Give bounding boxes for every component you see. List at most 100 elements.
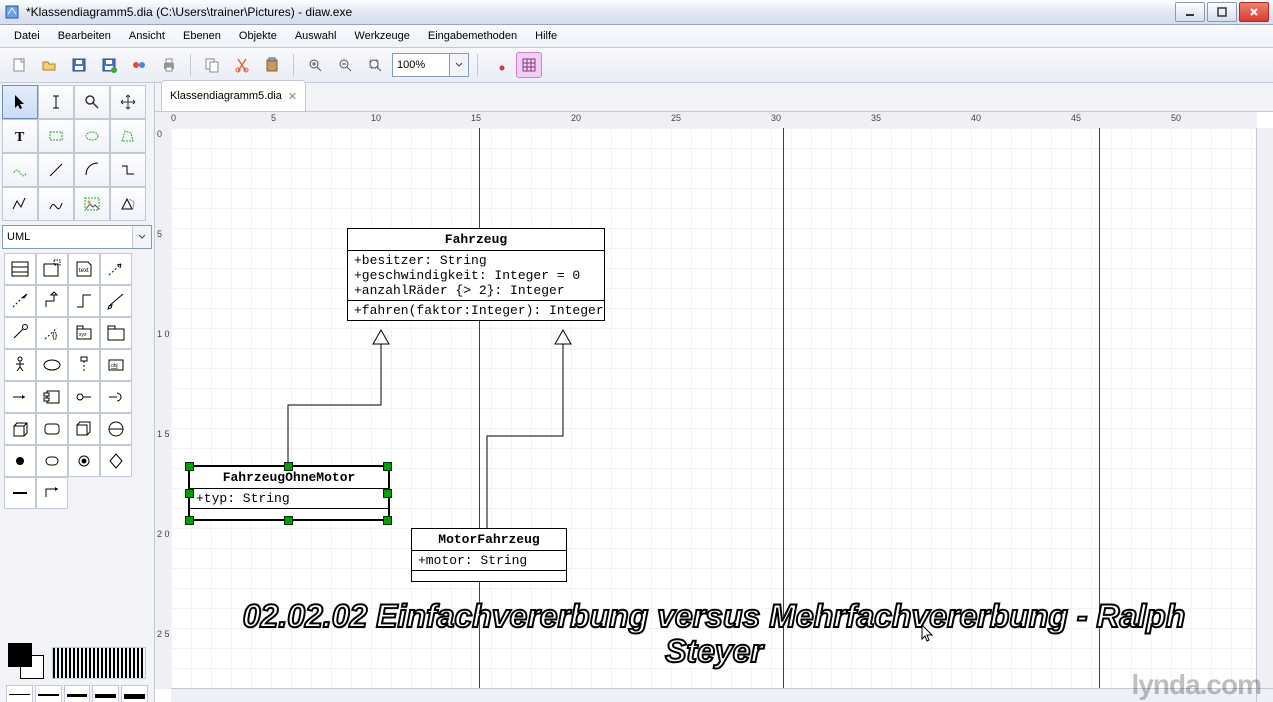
thickness-5[interactable] — [121, 685, 148, 702]
guide-vertical[interactable] — [479, 128, 480, 689]
open-file-button[interactable] — [36, 52, 62, 78]
scrollbar-vertical[interactable] — [1256, 128, 1273, 689]
uml-end-state-icon[interactable] — [68, 445, 100, 477]
menu-hilfe[interactable]: Hilfe — [527, 28, 565, 44]
tool-text[interactable]: T — [2, 119, 38, 153]
close-tab-icon[interactable]: ✕ — [288, 90, 297, 103]
scrollbar-horizontal[interactable] — [171, 688, 1257, 702]
thickness-3[interactable] — [64, 685, 91, 702]
uml-required-interface-icon[interactable] — [100, 381, 132, 413]
print-button[interactable] — [156, 52, 182, 78]
shape-sheet-dropdown[interactable] — [132, 226, 151, 248]
uml-node-icon[interactable] — [4, 413, 36, 445]
canvas[interactable]: Fahrzeug+besitzer: String +geschwindigke… — [171, 128, 1257, 689]
selection-handle[interactable] — [383, 489, 392, 498]
snap-grid-button[interactable] — [516, 52, 542, 78]
selection-handle[interactable] — [383, 462, 392, 471]
uml-implements-icon[interactable] — [4, 317, 36, 349]
tool-bezier-line[interactable] — [38, 187, 74, 221]
thickness-4[interactable] — [92, 685, 119, 702]
zoom-out-button[interactable] — [362, 52, 388, 78]
selection-handle[interactable] — [185, 516, 194, 525]
tool-pointer[interactable] — [2, 85, 38, 119]
menu-ansicht[interactable]: Ansicht — [121, 28, 173, 44]
uml-class-icon[interactable] — [4, 253, 36, 285]
tool-box[interactable] — [38, 119, 74, 153]
uml-actor-icon[interactable] — [4, 349, 36, 381]
tool-outline[interactable] — [110, 187, 146, 221]
tool-text-cursor[interactable] — [38, 85, 74, 119]
shape-sheet-combo[interactable]: UML — [2, 225, 152, 249]
menu-objekte[interactable]: Objekte — [231, 28, 285, 44]
uml-decision-icon[interactable] — [100, 445, 132, 477]
uml-final-state-icon[interactable] — [36, 445, 68, 477]
guide-vertical[interactable] — [783, 128, 784, 689]
copy-button[interactable] — [199, 52, 225, 78]
uml-usecase-icon[interactable] — [36, 349, 68, 381]
uml-lifeline-icon[interactable] — [68, 349, 100, 381]
uml-component-icon[interactable] — [36, 381, 68, 413]
fg-bg-swatches[interactable] — [8, 643, 44, 679]
uml-large-package-icon[interactable] — [100, 317, 132, 349]
selection-handle[interactable] — [284, 516, 293, 525]
new-file-button[interactable] — [6, 52, 32, 78]
tool-ellipse[interactable] — [74, 119, 110, 153]
zoom-value[interactable]: 100% — [392, 53, 450, 77]
uml-dependency-icon[interactable] — [100, 253, 132, 285]
uml-class-Fahrzeug[interactable]: Fahrzeug+besitzer: String +geschwindigke… — [347, 228, 605, 321]
tool-bezier-area[interactable] — [2, 153, 38, 187]
uml-state-icon[interactable] — [36, 413, 68, 445]
selection-handle[interactable] — [185, 462, 194, 471]
menu-werkzeuge[interactable]: Werkzeuge — [346, 28, 417, 44]
minimize-button[interactable] — [1175, 2, 1205, 22]
zoom-in-button[interactable] — [302, 52, 328, 78]
zoom-dropdown[interactable] — [450, 53, 469, 77]
maximize-button[interactable] — [1207, 2, 1237, 22]
tool-magnify[interactable] — [74, 85, 110, 119]
tool-image[interactable] — [74, 187, 110, 221]
uml-initial-state-icon[interactable] — [4, 445, 36, 477]
uml-template-icon[interactable] — [36, 253, 68, 285]
menu-ebenen[interactable]: Ebenen — [175, 28, 229, 44]
uml-object-icon[interactable]: obj — [100, 349, 132, 381]
paste-button[interactable] — [259, 52, 285, 78]
line-style-selector[interactable] — [52, 647, 146, 679]
export-button[interactable] — [126, 52, 152, 78]
uml-fork-icon[interactable] — [4, 477, 36, 509]
menu-bearbeiten[interactable]: Bearbeiten — [50, 28, 119, 44]
menu-datei[interactable]: Datei — [6, 28, 48, 44]
selection-handle[interactable] — [284, 462, 293, 471]
fg-swatch[interactable] — [8, 643, 32, 667]
uml-constraint-icon[interactable]: {} — [36, 317, 68, 349]
tool-zigzag[interactable] — [110, 153, 146, 187]
uml-realizes-icon[interactable] — [4, 285, 36, 317]
uml-3dbox-icon[interactable] — [68, 413, 100, 445]
thickness-2[interactable] — [35, 685, 62, 702]
uml-transition-icon[interactable] — [36, 477, 68, 509]
uml-aggregation-icon[interactable] — [100, 285, 132, 317]
tool-arc[interactable] — [74, 153, 110, 187]
uml-class-stereotype-icon[interactable] — [100, 413, 132, 445]
uml-note-icon[interactable]: text — [68, 253, 100, 285]
menu-auswahl[interactable]: Auswahl — [287, 28, 345, 44]
tool-polyline[interactable] — [2, 187, 38, 221]
uml-generalization-icon[interactable] — [36, 285, 68, 317]
save-button[interactable] — [66, 52, 92, 78]
tool-line[interactable] — [38, 153, 74, 187]
tool-scroll[interactable] — [110, 85, 146, 119]
uml-message-icon[interactable] — [4, 381, 36, 413]
document-tab[interactable]: Klassendiagramm5.dia ✕ — [161, 80, 306, 111]
selection-handle[interactable] — [185, 489, 194, 498]
guide-vertical[interactable] — [1099, 128, 1100, 689]
uml-provided-interface-icon[interactable] — [68, 381, 100, 413]
uml-association-icon[interactable] — [68, 285, 100, 317]
uml-class-MotorFahrzeug[interactable]: MotorFahrzeug+motor: String — [411, 528, 567, 582]
menu-eingabemethoden[interactable]: Eingabemethoden — [420, 28, 525, 44]
uml-class-FahrzeugOhneMotor[interactable]: FahrzeugOhneMotor+typ: String — [189, 466, 389, 520]
zoom-combo[interactable]: 100% — [392, 53, 469, 77]
uml-small-package-icon[interactable]: xyz — [68, 317, 100, 349]
snap-point-button[interactable] — [486, 52, 512, 78]
close-button[interactable] — [1239, 2, 1269, 22]
zoom-fit-button[interactable] — [332, 52, 358, 78]
selection-handle[interactable] — [383, 516, 392, 525]
